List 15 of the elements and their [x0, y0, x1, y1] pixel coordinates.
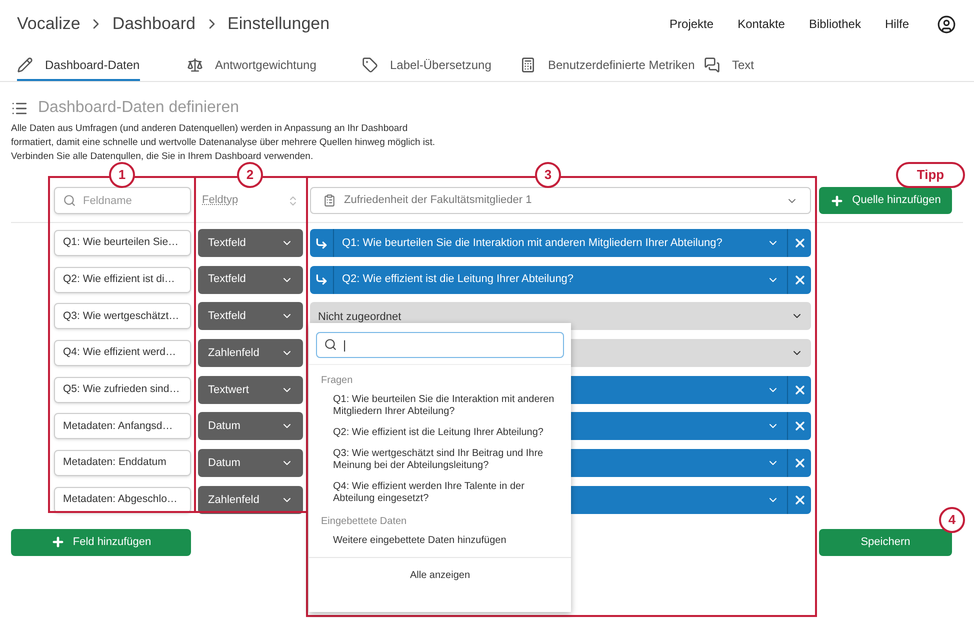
- description-text: Alle Daten aus Umfragen (und anderen Datenquellen) werden in Anpassung an Ihr Dashboard: [11, 122, 409, 136]
- group-heading: Eingebettete Daten: [320, 515, 408, 529]
- description-text: Verbinden Sie alle Datenqullen, die Sie in Ihrem Dashboard verwenden.: [11, 150, 314, 164]
- group-heading: Fragen: [320, 374, 354, 388]
- column-header: Feldtyp: [202, 193, 238, 208]
- annotation-marker: 1: [109, 162, 135, 188]
- annotation-marker: 2: [237, 162, 263, 188]
- tip-label: Tipp: [896, 162, 965, 188]
- section-title: Dashboard-Daten definieren: [38, 98, 240, 118]
- annotation-marker: 4: [939, 507, 965, 533]
- mapped-question: Q2: Wie effizient ist die Leitung Ihrer Abteilung?: [342, 272, 574, 288]
- unmapped-label: Nicht zugeordnet: [318, 311, 402, 324]
- annotation-marker: 3: [535, 162, 561, 188]
- mapped-question: Q1: Wie beurteilen Sie die Interaktion mit anderen Mitgliedern Ihrer Abteilung?: [342, 236, 722, 251]
- description-text: formatiert, damit eine schnelle und wertvolle Datenanalyse über mehrere Quellen hinweg möglich ist.: [11, 136, 436, 150]
